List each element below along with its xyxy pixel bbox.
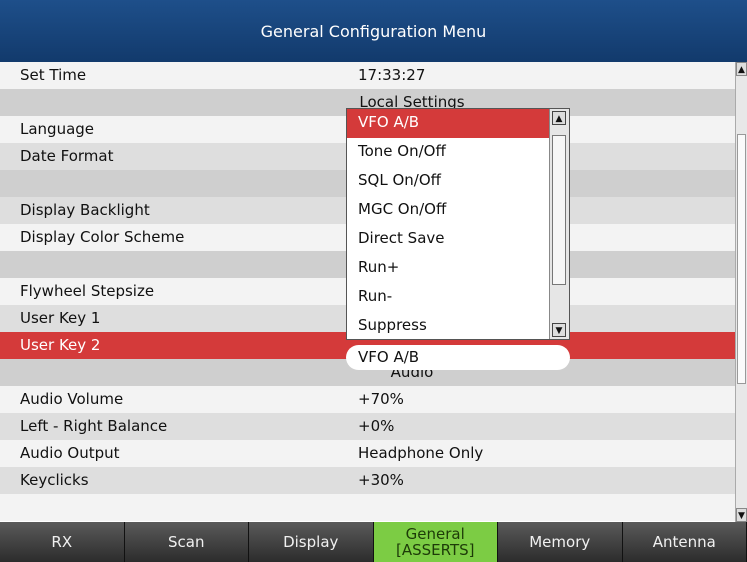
title-bar: General Configuration Menu — [0, 0, 747, 62]
tab-label-text: General — [405, 525, 465, 543]
setting-value: +30% — [358, 471, 404, 489]
tab-sublabel: [ASSERTS] — [395, 541, 475, 559]
tab-label-text: Display — [283, 533, 339, 551]
dropdown-option[interactable]: Direct Save — [347, 225, 549, 254]
tab-display[interactable]: Display — [249, 522, 374, 562]
tab-label: Scan — [168, 534, 204, 550]
menu-title: General Configuration Menu — [260, 21, 487, 41]
tab-label: Display — [283, 534, 338, 550]
setting-label: Left - Right Balance — [20, 417, 168, 435]
setting-label: Set Time — [20, 66, 87, 84]
dropdown-option[interactable]: Tone On/Off — [347, 138, 549, 167]
setting-value: Headphone Only — [358, 444, 484, 462]
scroll-down-arrow-icon[interactable]: ▼ — [736, 508, 747, 522]
setting-label: Flywheel Stepsize — [20, 282, 155, 300]
tab-label-text: Scan — [168, 533, 205, 551]
tab-antenna[interactable]: Antenna — [622, 522, 747, 562]
setting-label: Display Color Scheme — [20, 228, 185, 246]
tab-label: RX — [51, 534, 72, 550]
tab-label-text: RX — [51, 533, 73, 551]
setting-row[interactable]: Set Time 17:33:27 — [0, 62, 735, 89]
setting-label: User Key 2 — [20, 336, 101, 354]
tab-label: Antenna — [653, 534, 716, 550]
dropdown-option[interactable]: Run+ — [347, 254, 549, 283]
dropdown-scroll-thumb[interactable] — [552, 135, 566, 285]
tab-label: Memory — [529, 534, 590, 550]
setting-label: Date Format — [20, 147, 114, 165]
setting-value: +0% — [358, 417, 395, 435]
list-scrollbar[interactable]: ▲ ▼ — [735, 62, 747, 522]
dropdown-option[interactable]: Run- — [347, 283, 549, 312]
user-key-2-value-field[interactable]: VFO A/B — [346, 345, 570, 370]
tab-label: General [ASSERTS] — [396, 526, 475, 558]
setting-row[interactable]: Audio Output Headphone Only — [0, 440, 735, 467]
user-key-dropdown[interactable]: Suppress Run- Run+ Direct Save MGC On/Off SQL… — [346, 108, 570, 340]
dropdown-scroll-down-icon[interactable]: ▼ — [552, 323, 566, 337]
setting-label: Keyclicks — [20, 471, 89, 489]
tab-label-text: Antenna — [652, 533, 716, 551]
tab-memory[interactable]: Memory — [498, 522, 623, 562]
setting-label: Display Backlight — [20, 201, 150, 219]
bottom-tab-bar: RX Scan Display General [ASSERTS] Memory Anten… — [0, 522, 747, 562]
dropdown-scroll-up-icon[interactable]: ▲ — [552, 111, 566, 125]
setting-row[interactable]: Left - Right Balance +0% — [0, 413, 735, 440]
scrollbar-thumb[interactable] — [737, 134, 746, 384]
tab-label-text: Memory — [529, 533, 591, 551]
dropdown-scrollbar[interactable]: ▲ ▼ — [549, 109, 569, 339]
dropdown-option[interactable]: Suppress — [347, 312, 549, 339]
tab-scan[interactable]: Scan — [124, 522, 249, 562]
dropdown-option[interactable]: SQL On/Off — [347, 167, 549, 196]
tab-rx[interactable]: RX — [0, 522, 125, 562]
scroll-up-arrow-icon[interactable]: ▲ — [736, 62, 747, 76]
dropdown-option[interactable]: VFO A/B — [347, 109, 549, 138]
setting-row[interactable]: Keyclicks +30% — [0, 467, 735, 494]
setting-row[interactable]: Audio Volume +70% — [0, 386, 735, 413]
setting-value: 17:33:27 — [358, 66, 426, 84]
user-key-2-value: VFO A/B — [358, 348, 420, 366]
dropdown-option[interactable]: MGC On/Off — [347, 196, 549, 225]
setting-label: Language — [20, 120, 95, 138]
setting-value: +70% — [358, 390, 404, 408]
tab-general[interactable]: General [ASSERTS] — [373, 522, 498, 562]
setting-label: Audio Volume — [20, 390, 124, 408]
setting-label: User Key 1 — [20, 309, 101, 327]
setting-row[interactable] — [0, 494, 735, 521]
setting-label: Audio Output — [20, 444, 120, 462]
